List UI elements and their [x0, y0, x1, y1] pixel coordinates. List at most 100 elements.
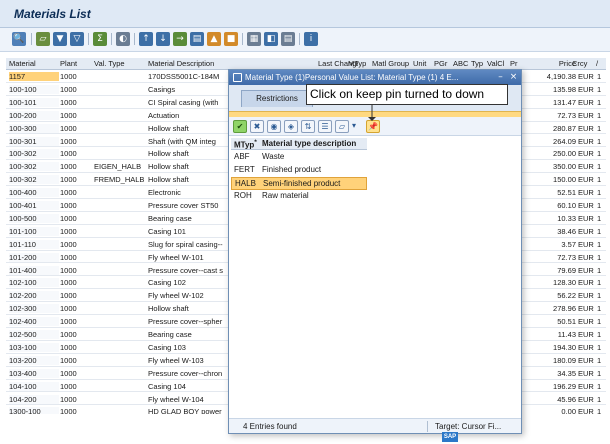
plant-cell[interactable]: 1000: [60, 149, 92, 158]
per-cell[interactable]: 1: [597, 395, 605, 404]
material-cell[interactable]: 100-300: [9, 123, 59, 133]
currency-cell[interactable]: EUR: [578, 227, 594, 236]
per-cell[interactable]: 1: [597, 227, 605, 236]
material-cell[interactable]: 100-100: [9, 84, 59, 94]
currency-cell[interactable]: EUR: [578, 188, 594, 197]
plant-cell[interactable]: 1000: [60, 304, 92, 313]
val-type-cell[interactable]: EIGEN_HALB: [94, 162, 146, 171]
info-icon[interactable]: i: [304, 32, 318, 46]
plant-cell[interactable]: 1000: [60, 111, 92, 120]
col-header-per[interactable]: /: [596, 59, 604, 68]
price-cell[interactable]: 72.73: [536, 111, 576, 120]
currency-cell[interactable]: EUR: [578, 98, 594, 107]
material-cell[interactable]: 1300-100: [9, 407, 59, 414]
col-header-typ[interactable]: Typ: [471, 59, 487, 68]
currency-cell[interactable]: EUR: [578, 175, 594, 184]
list-icon[interactable]: ☰: [318, 120, 332, 133]
material-cell[interactable]: 101-400: [9, 265, 59, 275]
per-cell[interactable]: 1: [597, 111, 605, 120]
per-cell[interactable]: 1: [597, 291, 605, 300]
price-cell[interactable]: 4,190.38: [536, 72, 576, 81]
print-dropdown-icon[interactable]: ▾: [350, 120, 358, 133]
material-cell[interactable]: 103-200: [9, 355, 59, 365]
material-cell[interactable]: 100-500: [9, 213, 59, 223]
currency-cell[interactable]: EUR: [578, 240, 594, 249]
col-header-abc[interactable]: ABC: [453, 59, 471, 68]
currency-cell[interactable]: EUR: [578, 214, 594, 223]
plant-cell[interactable]: 1000: [60, 227, 92, 236]
currency-cell[interactable]: EUR: [578, 343, 594, 352]
price-cell[interactable]: 38.46: [536, 227, 576, 236]
per-cell[interactable]: 1: [597, 356, 605, 365]
list-item[interactable]: ROH Raw material: [231, 190, 367, 203]
material-cell[interactable]: 100-302: [9, 175, 59, 185]
currency-cell[interactable]: EUR: [578, 111, 594, 120]
sort-ascending-icon[interactable]: ↑: [139, 32, 153, 46]
col-header-material[interactable]: Material: [9, 59, 59, 68]
col-header-pgr[interactable]: PGr: [434, 59, 452, 68]
material-cell[interactable]: 100-302: [9, 162, 59, 172]
col-header-mtyp[interactable]: MTyp: [348, 59, 370, 68]
plant-cell[interactable]: 1000: [60, 266, 92, 275]
price-cell[interactable]: 3.57: [536, 240, 576, 249]
col-header-val-type[interactable]: Val. Type: [94, 59, 146, 68]
currency-cell[interactable]: EUR: [578, 330, 594, 339]
plant-cell[interactable]: 1000: [60, 253, 92, 262]
material-cell[interactable]: 101-110: [9, 239, 59, 249]
currency-cell[interactable]: EUR: [578, 304, 594, 313]
material-cell[interactable]: 104-100: [9, 381, 59, 391]
currency-cell[interactable]: EUR: [578, 395, 594, 404]
currency-cell[interactable]: EUR: [578, 72, 594, 81]
material-cell[interactable]: 100-302: [9, 149, 59, 159]
currency-cell[interactable]: EUR: [578, 407, 594, 414]
price-cell[interactable]: 45.96: [536, 395, 576, 404]
price-cell[interactable]: 0.00: [536, 407, 576, 414]
cancel-icon[interactable]: ✖: [250, 120, 264, 133]
close-icon[interactable]: ×: [508, 72, 519, 83]
plant-cell[interactable]: 1000: [60, 137, 92, 146]
material-cell[interactable]: 100-401: [9, 201, 59, 210]
list-item[interactable]: ABF Waste: [231, 151, 367, 164]
currency-cell[interactable]: EUR: [578, 356, 594, 365]
price-cell[interactable]: 150.00: [536, 175, 576, 184]
plant-cell[interactable]: 1000: [60, 278, 92, 287]
change-layout-icon[interactable]: ◧: [264, 32, 278, 46]
abc-analysis-icon[interactable]: ▲: [207, 32, 221, 46]
per-cell[interactable]: 1: [597, 124, 605, 133]
plant-cell[interactable]: 1000: [60, 240, 92, 249]
price-cell[interactable]: 52.51: [536, 188, 576, 197]
per-cell[interactable]: 1: [597, 317, 605, 326]
material-cell[interactable]: 101-100: [9, 226, 59, 236]
price-cell[interactable]: 79.69: [536, 266, 576, 275]
per-cell[interactable]: 1: [597, 407, 605, 414]
material-cell[interactable]: 103-100: [9, 342, 59, 352]
per-cell[interactable]: 1: [597, 72, 605, 81]
currency-cell[interactable]: EUR: [578, 369, 594, 378]
plant-cell[interactable]: 1000: [60, 175, 92, 184]
col-header-unit[interactable]: Unit: [413, 59, 433, 68]
minimize-icon[interactable]: –: [495, 72, 506, 83]
print-icon[interactable]: ▱: [36, 32, 50, 46]
currency-cell[interactable]: EUR: [578, 266, 594, 275]
col-header-matl-group[interactable]: Matl Group: [372, 59, 412, 68]
keep-pin-icon[interactable]: 📌: [366, 120, 380, 133]
graphic-icon[interactable]: ■: [224, 32, 238, 46]
print-icon[interactable]: ▱: [335, 120, 349, 133]
plant-cell[interactable]: 1000: [60, 382, 92, 391]
material-cell[interactable]: 102-500: [9, 330, 59, 339]
material-cell[interactable]: 102-200: [9, 291, 59, 301]
list-item-selected[interactable]: HALB Semi-finished product: [231, 177, 367, 190]
per-cell[interactable]: 1: [597, 253, 605, 262]
find-icon[interactable]: ▤: [190, 32, 204, 46]
plant-cell[interactable]: 1000: [60, 72, 92, 81]
per-cell[interactable]: 1: [597, 201, 605, 210]
price-cell[interactable]: 34.35: [536, 369, 576, 378]
plant-cell[interactable]: 1000: [60, 343, 92, 352]
export-icon[interactable]: →: [173, 32, 187, 46]
per-cell[interactable]: 1: [597, 304, 605, 313]
per-cell[interactable]: 1: [597, 188, 605, 197]
plant-cell[interactable]: 1000: [60, 291, 92, 300]
plant-cell[interactable]: 1000: [60, 124, 92, 133]
per-cell[interactable]: 1: [597, 330, 605, 339]
plant-cell[interactable]: 1000: [60, 98, 92, 107]
